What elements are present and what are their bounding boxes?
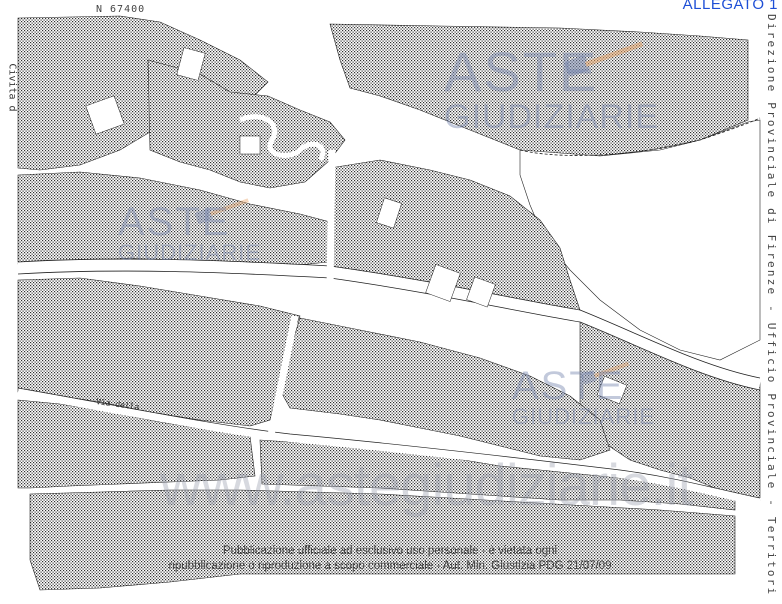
right-side-label: Direzione Provinciale di Firenze - Uffic… [765, 14, 778, 594]
left-side-label: Civita d [6, 63, 18, 112]
disclaimer: Pubblicazione ufficiale ad esclusivo uso… [120, 544, 660, 574]
disclaimer-line-1: Pubblicazione ufficiale ad esclusivo uso… [222, 545, 558, 557]
open-area [519, 119, 761, 361]
building [239, 135, 261, 155]
sheet-reference: N 67400 [96, 4, 146, 15]
parcel-block [329, 23, 749, 159]
watermark-url: www.astegiudiziarie.it [160, 453, 693, 518]
parcel-block [17, 171, 331, 267]
allegato-label: ALLEGATO 1 [682, 0, 778, 13]
disclaimer-line-2: ripubblicazione o riproduzione a scopo c… [168, 560, 612, 572]
